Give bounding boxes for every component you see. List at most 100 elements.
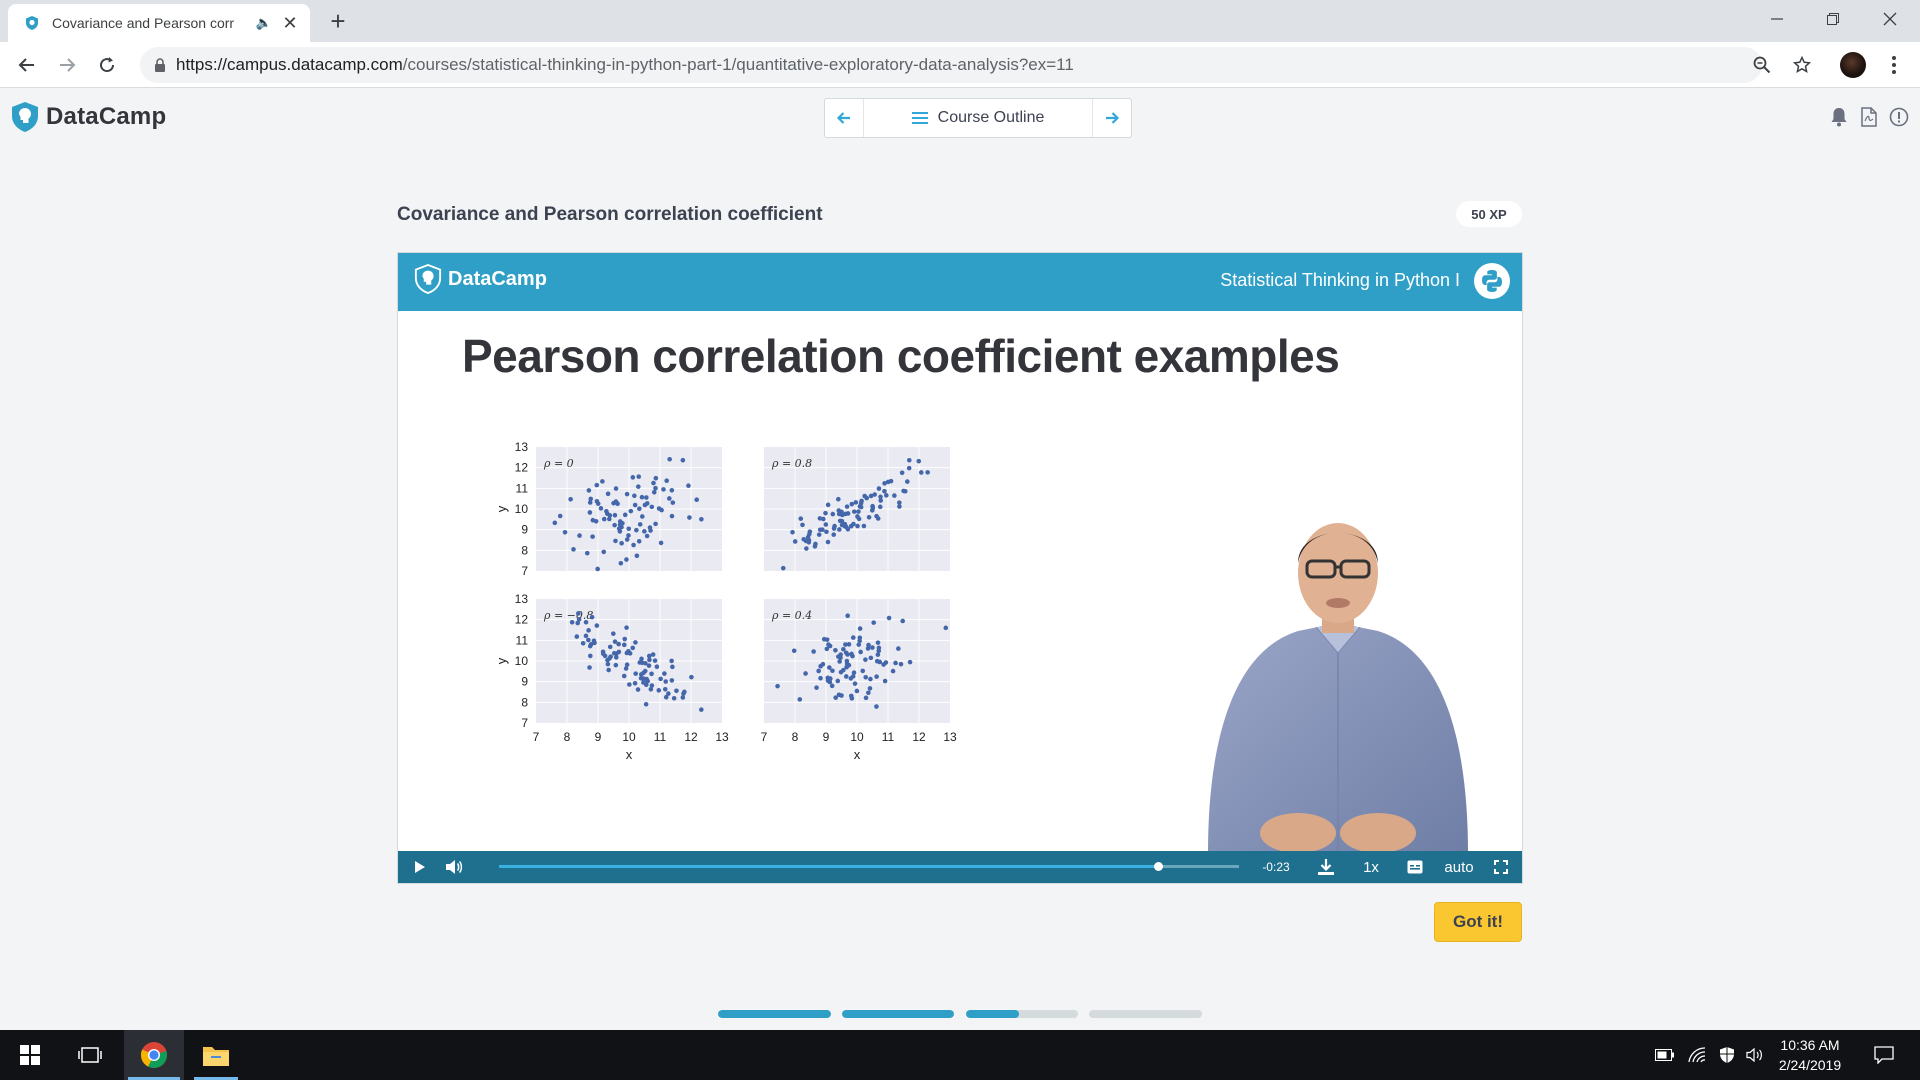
play-icon[interactable]	[406, 851, 434, 883]
scatter-point	[649, 671, 654, 677]
scatter-point	[577, 533, 582, 538]
tab-close-icon[interactable]: ✕	[280, 13, 300, 34]
scatter-point	[918, 470, 924, 475]
fullscreen-icon[interactable]	[1486, 851, 1516, 883]
volume-icon[interactable]	[440, 851, 468, 883]
battery-icon[interactable]	[1652, 1030, 1678, 1080]
scatter-point	[589, 614, 595, 620]
scatter-point	[586, 637, 591, 643]
scatter-point	[844, 504, 850, 509]
notifications-icon[interactable]	[1866, 1030, 1902, 1080]
system-clock[interactable]: 10:36 AM 2/24/2019	[1760, 1035, 1860, 1075]
python-logo-icon	[1474, 263, 1510, 299]
scatter-point	[892, 493, 897, 498]
scatter-point	[593, 518, 599, 524]
scatter-point	[848, 693, 854, 699]
scatter-point	[637, 506, 642, 512]
video-player[interactable]: DataCamp Statistical Thinking in Python …	[397, 252, 1523, 884]
y-tick-label: 7	[521, 564, 528, 578]
next-exercise-button[interactable]	[1093, 99, 1131, 137]
profile-avatar[interactable]	[1840, 52, 1866, 78]
scatter-point	[628, 508, 634, 514]
url-bar[interactable]: https://campus.datacamp.com/courses/stat…	[140, 47, 1762, 83]
playback-speed-button[interactable]: 1x	[1353, 851, 1389, 883]
scatter-point	[877, 504, 883, 510]
close-icon[interactable]	[1862, 0, 1918, 38]
x-tick-label: 9	[595, 730, 602, 744]
star-icon[interactable]	[1788, 51, 1816, 79]
x-tick-label: 8	[792, 730, 799, 744]
scatter-point	[624, 537, 630, 542]
arrow-left-icon	[836, 112, 850, 124]
forward-icon[interactable]	[53, 51, 81, 79]
slide-title: Pearson correlation coefficient examples	[462, 330, 1340, 382]
scatter-point	[857, 626, 863, 631]
scatter-point	[861, 523, 867, 529]
scatter-point	[792, 539, 798, 544]
menu-icon[interactable]	[1884, 52, 1904, 78]
scatter-point	[587, 665, 592, 670]
progress-segment-4	[1089, 1010, 1202, 1018]
scatter-point	[897, 500, 902, 505]
scatter-point	[798, 516, 804, 521]
slides-pdf-icon[interactable]	[1858, 106, 1880, 128]
zoom-icon[interactable]	[1748, 51, 1776, 79]
browser-tab[interactable]: Covariance and Pearson corr 🔈 ✕	[8, 4, 310, 42]
course-outline-label: Course Outline	[937, 109, 1045, 126]
x-tick-label: 9	[823, 730, 830, 744]
scatter-point	[866, 642, 871, 648]
scatter-point	[863, 674, 869, 680]
restore-icon[interactable]	[1805, 0, 1861, 38]
video-scrubber[interactable]	[499, 862, 1239, 871]
captions-icon[interactable]	[1400, 851, 1430, 883]
course-outline-button[interactable]: Course Outline	[863, 99, 1093, 137]
minimize-icon[interactable]	[1749, 0, 1805, 38]
scatter-point	[664, 478, 670, 484]
scatter-point	[807, 529, 813, 534]
scatter-point	[839, 518, 845, 524]
scatter-point	[622, 636, 628, 642]
back-icon[interactable]	[13, 51, 41, 79]
scatter-point	[874, 674, 879, 679]
scatter-point	[616, 641, 621, 647]
browser-tab-strip: Covariance and Pearson corr 🔈 ✕ +	[0, 0, 1920, 42]
reload-icon[interactable]	[93, 51, 121, 79]
scatter-point	[632, 493, 637, 499]
got-it-button[interactable]: Got it!	[1434, 902, 1522, 942]
scatter-point	[689, 674, 694, 680]
task-view-icon[interactable]	[64, 1030, 116, 1080]
previous-exercise-button[interactable]	[825, 99, 863, 137]
start-icon[interactable]	[0, 1030, 60, 1080]
scrubber-handle[interactable]	[1153, 862, 1163, 871]
scatter-point	[850, 635, 856, 640]
progress-fill-3	[966, 1010, 1019, 1018]
scatter-point	[600, 649, 606, 655]
scatter-point	[637, 522, 643, 527]
file-explorer-icon[interactable]	[190, 1030, 242, 1080]
scatter-point	[854, 688, 860, 694]
progress-segment-1	[718, 1010, 831, 1018]
scatter-point	[823, 522, 829, 527]
scatter-point	[831, 532, 837, 537]
scatter-point	[639, 672, 644, 677]
scatter-point	[875, 516, 881, 521]
new-tab-button[interactable]: +	[322, 6, 354, 38]
security-shield-icon[interactable]	[1714, 1030, 1740, 1080]
report-issue-icon[interactable]	[1888, 106, 1910, 128]
scatter-point	[878, 498, 884, 503]
scatter-point	[634, 553, 640, 559]
scatter-point	[651, 489, 657, 495]
download-icon[interactable]	[1311, 851, 1341, 883]
scatter-point	[666, 691, 671, 696]
scatter-point	[877, 659, 883, 665]
scatter-point	[837, 527, 842, 532]
notification-bell-icon[interactable]	[1828, 106, 1850, 128]
chrome-taskbar-icon[interactable]	[124, 1030, 184, 1080]
scatter-point	[601, 549, 607, 555]
quality-button[interactable]: auto	[1438, 851, 1480, 883]
scatter-point	[855, 523, 860, 529]
wifi-icon[interactable]	[1684, 1030, 1710, 1080]
datacamp-logo[interactable]: DataCamp	[10, 101, 166, 133]
audio-icon[interactable]: 🔈	[256, 15, 272, 31]
scatter-point	[594, 498, 600, 504]
